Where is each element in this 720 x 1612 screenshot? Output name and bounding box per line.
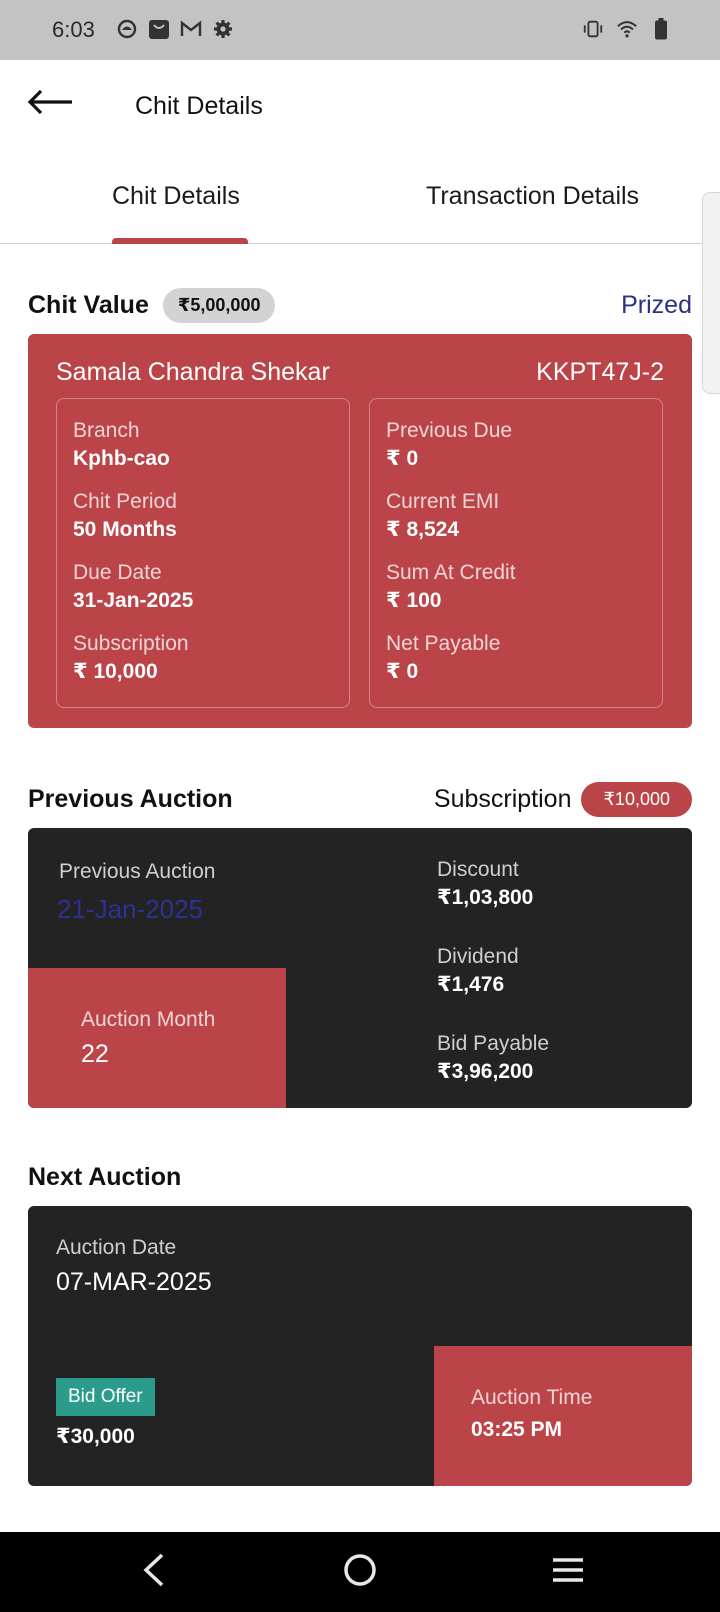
nav-back-button[interactable] [132, 1550, 176, 1594]
system-nav-bar [0, 1532, 720, 1612]
tab-transaction-details[interactable]: Transaction Details [426, 182, 639, 211]
shopping-bag-icon [148, 18, 170, 40]
vibrate-icon [582, 18, 604, 40]
chit-value-amount-badge: ₹5,00,000 [162, 288, 276, 323]
bid-payable-label: Bid Payable [437, 1032, 550, 1055]
status-icons-left [116, 18, 234, 40]
due-date-label: Due Date [73, 561, 162, 584]
subscription-amount-badge: ₹10,000 [581, 782, 692, 817]
active-tab-indicator [112, 238, 248, 244]
next-auction-header: Next Auction [28, 1163, 692, 1192]
previous-auction-header: Previous Auction Subscription ₹10,000 [28, 782, 692, 817]
auction-month-block: Auction Month 22 [28, 968, 286, 1108]
settings-icon [212, 18, 234, 40]
net-payable-value: ₹ 0 [386, 660, 419, 683]
status-icons-right [582, 18, 672, 40]
next-auction-title: Next Auction [28, 1163, 182, 1191]
dividend-stat: Dividend ₹1,476 [437, 943, 519, 999]
previous-auction-title: Previous Auction [28, 785, 233, 813]
auction-time-block: Auction Time 03:25 PM [434, 1346, 692, 1486]
app-notification-icon [116, 18, 138, 40]
chit-summary-card: Samala Chandra Shekar KKPT47J-2 Branch K… [28, 334, 692, 728]
chit-value-header: Chit Value ₹5,00,000 Prized [28, 288, 692, 323]
battery-icon [650, 18, 672, 40]
auction-month-value: 22 [81, 1040, 109, 1068]
subscription-label: Subscription [73, 632, 189, 655]
dividend-value: ₹1,476 [437, 973, 505, 996]
previous-auction-date-label: Previous Auction [59, 860, 216, 883]
status-bar: 6:03 [0, 0, 720, 60]
bid-offer-value: ₹30,000 [56, 1425, 135, 1448]
previous-due-label: Previous Due [386, 419, 513, 442]
chevron-left-icon [140, 1552, 168, 1593]
chit-period-value: 50 Months [73, 518, 177, 541]
prized-status: Prized [621, 291, 692, 319]
chit-period-label: Chit Period [73, 490, 177, 513]
status-time: 6:03 [52, 17, 95, 42]
current-emi-label: Current EMI [386, 490, 500, 513]
net-payable-label: Net Payable [386, 632, 501, 655]
subscription-value: ₹ 10,000 [73, 660, 158, 683]
gmail-icon [180, 18, 202, 40]
chit-code: KKPT47J-2 [536, 358, 664, 386]
discount-label: Discount [437, 858, 519, 881]
chit-info-right: Previous Due ₹ 0 Current EMI ₹ 8,524 Sum… [369, 398, 663, 708]
auction-time-value: 03:25 PM [471, 1418, 563, 1441]
tab-bar: Chit Details Transaction Details [0, 160, 720, 244]
sum-at-credit-label: Sum At Credit [386, 561, 516, 584]
chit-value-label: Chit Value [28, 291, 149, 319]
arrow-left-icon [26, 89, 74, 120]
menu-icon [551, 1556, 585, 1589]
subscription-heading: Subscription [433, 785, 572, 813]
due-date-value: 31-Jan-2025 [73, 589, 194, 612]
branch-value: Kphb-cao [73, 447, 170, 470]
auction-time-label: Auction Time [471, 1386, 593, 1409]
discount-value: ₹1,03,800 [437, 886, 534, 909]
previous-auction-card: Previous Auction 21-Jan-2025 Auction Mon… [28, 828, 692, 1108]
next-auction-card: Auction Date 07-MAR-2025 Bid Offer ₹30,0… [28, 1206, 692, 1486]
discount-stat: Discount ₹1,03,800 [437, 856, 533, 912]
member-name: Samala Chandra Shekar [56, 358, 330, 386]
scrollbar-thumb[interactable] [702, 192, 720, 394]
current-emi-value: ₹ 8,524 [386, 518, 459, 541]
auction-date-value: 07-MAR-2025 [56, 1268, 212, 1296]
branch-label: Branch [73, 419, 140, 442]
page-title: Chit Details [135, 92, 263, 120]
dividend-label: Dividend [437, 945, 519, 968]
previous-due-value: ₹ 0 [386, 447, 419, 470]
wifi-icon [616, 18, 638, 40]
chit-info-left: Branch Kphb-cao Chit Period 50 Months Du… [56, 398, 350, 708]
sum-at-credit-value: ₹ 100 [386, 589, 442, 612]
back-button[interactable] [26, 86, 78, 122]
bid-offer-badge: Bid Offer [56, 1378, 155, 1416]
bid-payable-stat: Bid Payable ₹3,96,200 [437, 1030, 549, 1086]
nav-recents-button[interactable] [546, 1550, 590, 1594]
previous-auction-date-value: 21-Jan-2025 [57, 894, 203, 924]
home-circle-icon [342, 1552, 378, 1593]
tab-chit-details[interactable]: Chit Details [112, 182, 240, 211]
auction-date-label: Auction Date [56, 1236, 177, 1259]
app-bar: Chit Details [0, 60, 720, 156]
auction-month-label: Auction Month [81, 1008, 216, 1031]
bid-payable-value: ₹3,96,200 [437, 1060, 534, 1083]
nav-home-button[interactable] [338, 1550, 382, 1594]
